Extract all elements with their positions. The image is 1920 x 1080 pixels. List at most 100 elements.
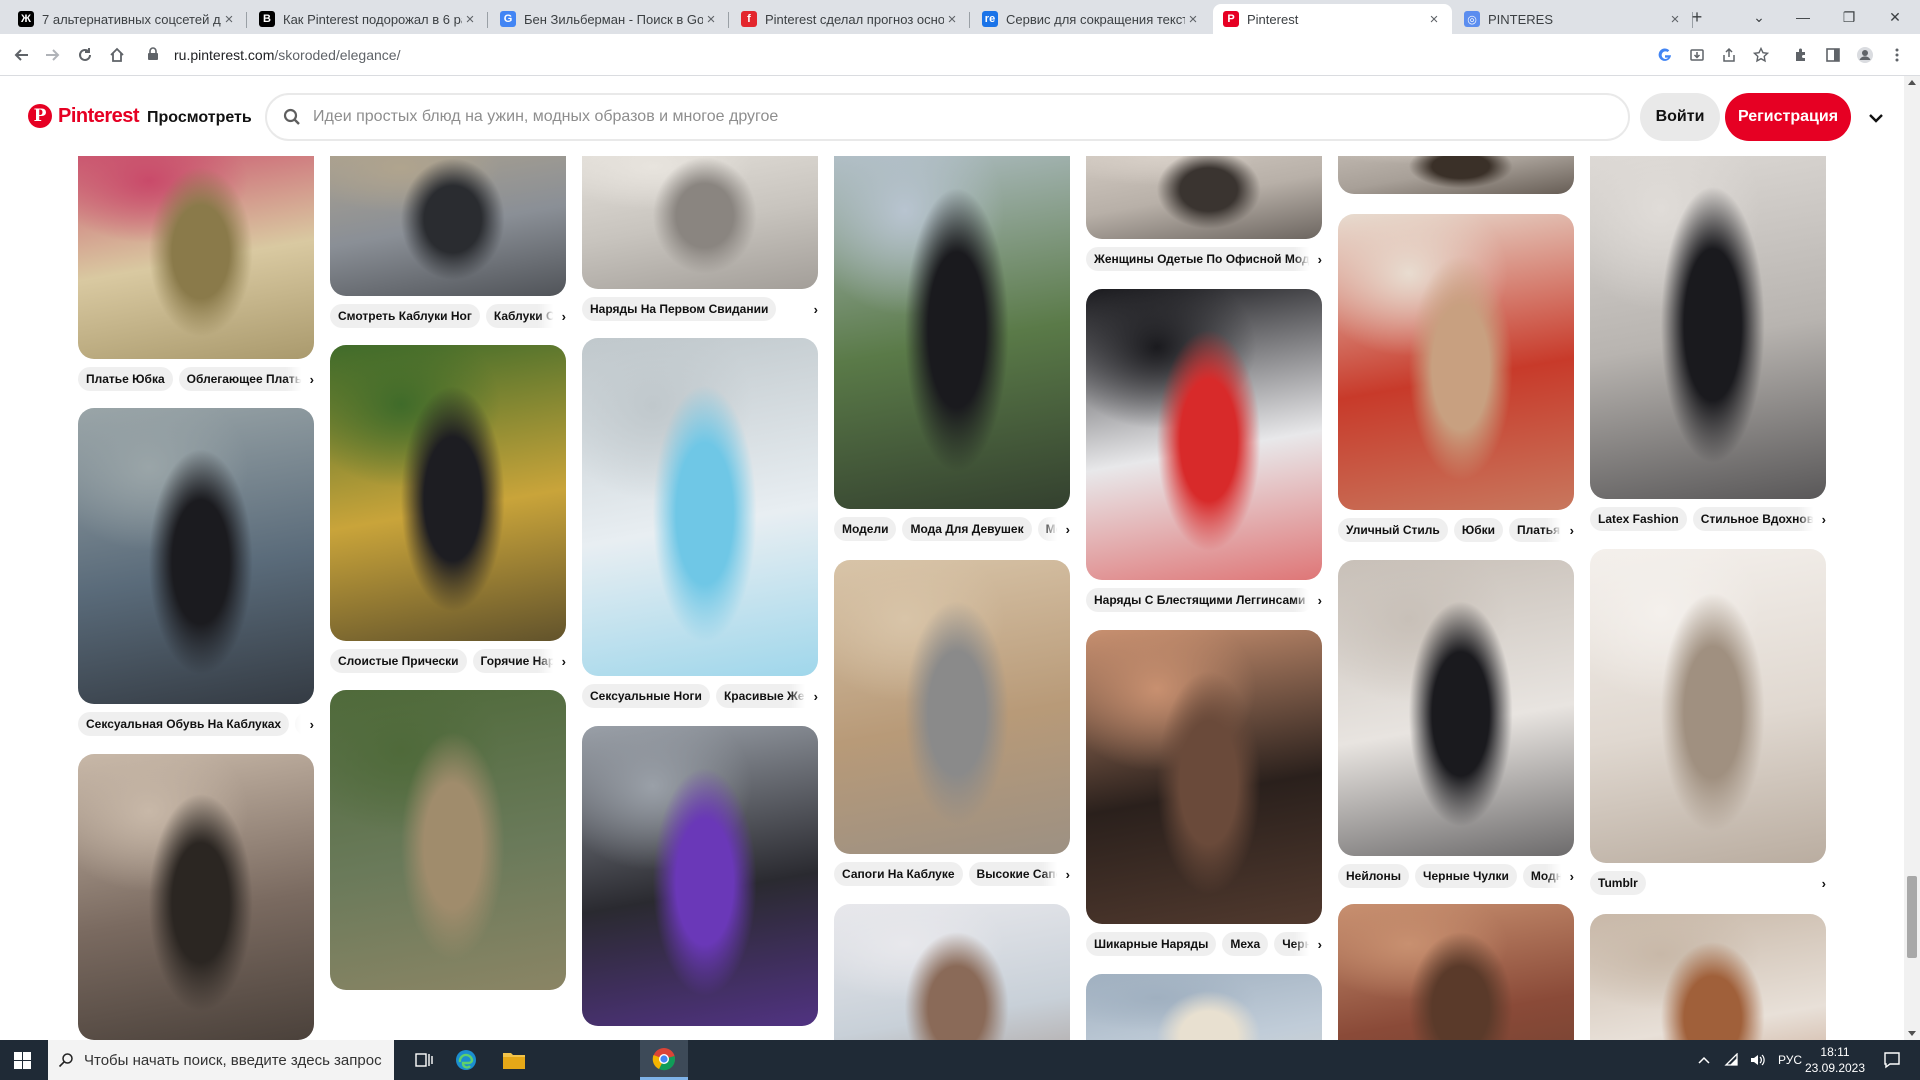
volume-icon[interactable] [1750,1053,1766,1067]
tags-chevron-right-icon[interactable]: › [1042,515,1070,543]
pin-tag[interactable]: Наряды На Первом Свидании [582,297,777,321]
side-panel-icon[interactable] [1820,42,1846,68]
minimize-icon[interactable]: — [1788,4,1818,30]
scroll-up-arrow-icon[interactable] [1908,80,1916,85]
tags-chevron-right-icon[interactable]: › [538,302,566,330]
file-explorer-icon[interactable] [490,1040,538,1080]
home-icon[interactable] [104,42,130,68]
tab-search-chevron-icon[interactable]: ⌄ [1744,4,1774,30]
tags-chevron-right-icon[interactable]: › [538,647,566,675]
pin-tag[interactable]: Шикарные Наряды [1086,932,1217,956]
tab-close-icon[interactable]: × [1426,11,1442,28]
pin-card[interactable] [1338,156,1574,194]
pin-tag[interactable]: Наряды С Блестящими Леггинсами [1086,588,1314,612]
edge-browser-icon[interactable] [442,1040,490,1080]
browser-tab[interactable]: re Сервис для сокращения текста × [972,4,1211,34]
pin-tag[interactable]: Нейлоны [1338,864,1410,888]
pin-image[interactable] [1338,904,1574,1040]
extensions-icon[interactable] [1788,42,1814,68]
tab-close-icon[interactable]: × [703,11,719,28]
pin-image[interactable] [1086,630,1322,924]
pin-image[interactable] [1086,156,1322,239]
pin-tag[interactable]: Слоистые Прически [330,649,467,673]
reload-icon[interactable] [72,42,98,68]
tags-chevron-right-icon[interactable]: › [1294,586,1322,614]
pin-image[interactable] [78,408,314,704]
page-scrollbar[interactable] [1904,76,1920,1040]
pin-image[interactable] [1590,156,1826,499]
pin-image[interactable] [1590,549,1826,863]
pin-tag[interactable]: Меха [1222,932,1269,956]
tray-chevron-up-icon[interactable] [1698,1055,1710,1065]
tags-chevron-right-icon[interactable]: › [1546,862,1574,890]
scroll-down-arrow-icon[interactable] [1908,1031,1916,1036]
signup-button[interactable]: Регистрация [1725,93,1851,141]
browser-tab[interactable]: f Pinterest сделал прогноз основ × [731,4,970,34]
pin-card[interactable]: Уличный Стиль Юбки Платья › [1338,214,1574,544]
bookmark-star-icon[interactable] [1748,42,1774,68]
pin-image[interactable] [834,156,1070,509]
pin-tag[interactable]: Мода Для Девушек [902,517,1032,541]
tags-chevron-right-icon[interactable]: › [1042,860,1070,888]
tags-chevron-right-icon[interactable]: › [790,295,818,323]
pin-tag[interactable]: Платье Юбка [78,367,173,391]
language-indicator[interactable]: РУС [1778,1053,1802,1067]
pin-card[interactable] [834,904,1070,1040]
tab-close-icon[interactable]: × [221,11,237,28]
pin-image[interactable] [1338,560,1574,856]
tags-chevron-right-icon[interactable]: › [1546,516,1574,544]
pin-tag[interactable]: Сексуальная Обувь На Каблуках [78,712,290,736]
tab-close-icon[interactable]: × [1667,11,1683,28]
scrollbar-thumb[interactable] [1907,876,1917,958]
taskbar-search[interactable]: Чтобы начать поиск, введите здесь запрос [48,1040,394,1080]
pin-card[interactable]: НейлоныЧерные ЧулкиМодные› [1338,560,1574,890]
browser-tab[interactable]: B Как Pinterest подорожал в 6 раз × [249,4,488,34]
address-bar[interactable]: ru.pinterest.com/skoroded/elegance/ [140,40,1640,70]
pin-image[interactable] [1338,156,1574,194]
taskbar-clock[interactable]: 18:11 23.09.2023 [1800,1044,1870,1076]
browse-link[interactable]: Просмотреть [147,109,252,127]
profile-avatar-icon[interactable] [1852,42,1878,68]
pin-card[interactable]: Latex FashionСтильное Вдохновение› [1590,156,1826,533]
browser-tab[interactable]: Ж 7 альтернативных соцсетей для × [8,4,247,34]
maximize-icon[interactable]: ❐ [1834,4,1864,30]
login-button[interactable]: Войти [1640,93,1720,141]
pin-image[interactable] [1338,214,1574,510]
pin-tag[interactable]: Сексуальные Ноги [582,684,710,708]
browser-menu-icon[interactable] [1884,42,1910,68]
pin-image[interactable] [582,156,818,289]
window-close-icon[interactable]: ✕ [1880,4,1910,30]
search-input[interactable] [313,108,1513,126]
tags-chevron-right-icon[interactable]: › [286,710,314,738]
tab-close-icon[interactable]: × [944,11,960,28]
tags-chevron-right-icon[interactable]: › [790,682,818,710]
tags-chevron-right-icon[interactable]: › [1294,930,1322,958]
pin-image[interactable] [834,560,1070,854]
pin-tag[interactable]: Модели [834,517,897,541]
browser-tab[interactable]: G Бен Зильберман - Поиск в Goog × [490,4,729,34]
task-view-icon[interactable] [400,1040,448,1080]
new-tab-button[interactable]: + [1682,4,1712,30]
wifi-icon[interactable] [1724,1053,1740,1067]
pin-image[interactable] [582,338,818,676]
browser-tab[interactable]: P Pinterest × [1213,4,1452,34]
pin-tag[interactable]: Tumblr [1590,871,1646,895]
pin-card[interactable] [330,690,566,990]
pin-tag[interactable]: Смотреть Каблуки Ног [330,304,480,328]
pin-image[interactable] [78,156,314,359]
browser-tab[interactable]: ◎ PINTERES × [1454,4,1693,34]
pinterest-logo[interactable]: P Pinterest [28,104,140,128]
pin-tag[interactable]: Черные Чулки [1415,864,1517,888]
pin-card[interactable] [1338,904,1574,1040]
pin-card[interactable]: Наряды С Блестящими Леггинсами › [1086,289,1322,614]
install-icon[interactable] [1684,42,1710,68]
share-icon[interactable] [1716,42,1742,68]
pin-image[interactable] [330,156,566,296]
pin-card[interactable]: Сексуальная Обувь На КаблукахОблегающее› [78,408,314,738]
tab-close-icon[interactable]: × [462,11,478,28]
pin-tag[interactable]: Уличный Стиль [1338,518,1448,542]
pin-card[interactable]: Женщины Одетые По Офисной Моде › [1086,156,1322,273]
tags-chevron-right-icon[interactable]: › [1798,505,1826,533]
notification-icon[interactable] [1882,1050,1902,1070]
pin-card[interactable] [582,726,818,1026]
